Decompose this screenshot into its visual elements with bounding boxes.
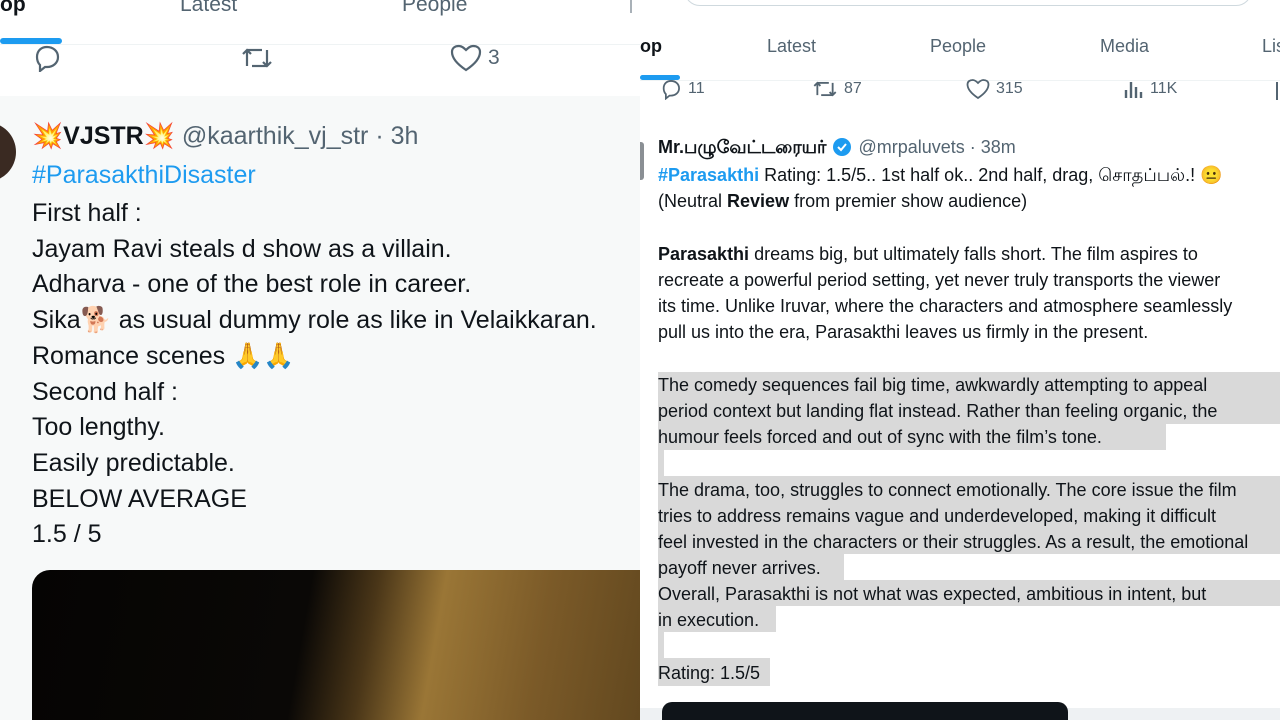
- share-icon[interactable]: [1276, 82, 1280, 100]
- hashtag-link[interactable]: #ParasakthiDisaster: [32, 160, 256, 190]
- view-count: 11K: [1150, 80, 1178, 97]
- tweet-line: tries to address remains vague and under…: [658, 506, 1216, 526]
- tweet-line: payoff never arrives.: [658, 558, 821, 578]
- like-button[interactable]: 315: [966, 78, 1023, 100]
- tweet-line: #Parasakthi Rating: 1.5/5.. 1st half ok.…: [658, 165, 1223, 185]
- tweet-header: 💥VJSTR💥 @kaarthik_vj_str · 3h: [32, 121, 418, 151]
- author-name[interactable]: VJSTR: [63, 122, 144, 150]
- like-count: 3: [488, 46, 500, 69]
- tab-top[interactable]: op: [0, 0, 26, 17]
- analytics-icon: [1124, 82, 1143, 98]
- tab-latest[interactable]: Latest: [180, 0, 237, 17]
- tweet-line: its time. Unlike Iruvar, where the chara…: [658, 296, 1233, 316]
- explosion-emoji-left: 💥: [32, 122, 64, 150]
- tab-latest[interactable]: Latest: [767, 36, 816, 57]
- tab-people[interactable]: People: [930, 36, 986, 57]
- tweet-line: Parasakthi dreams big, but ultimately fa…: [658, 244, 1198, 264]
- selection-highlight: [658, 632, 664, 658]
- tweet-media-image[interactable]: [32, 570, 640, 720]
- tab-lists[interactable]: Lis: [1262, 36, 1280, 57]
- tweet-line: 1.5 / 5: [32, 520, 102, 549]
- tweet-line: Easily predictable.: [32, 448, 235, 477]
- heart-icon: [450, 44, 482, 72]
- tab-cutoff-marker: [630, 0, 640, 13]
- tweet-line: Overall, Parasakthi is not what was expe…: [658, 584, 1207, 604]
- tweet-line: First half :: [32, 199, 142, 227]
- heart-icon: [966, 79, 990, 100]
- media-preview-edge[interactable]: [662, 702, 1068, 720]
- rating-line: Rating: 1.5/5: [658, 663, 761, 683]
- reply-icon: [662, 80, 680, 100]
- tab-media[interactable]: Media: [1100, 36, 1149, 57]
- verified-badge-icon: [833, 138, 852, 156]
- tweet-line: Romance scenes 🙏🙏: [32, 341, 295, 370]
- repost-icon: [242, 48, 272, 68]
- tweet-line: in execution.: [658, 610, 760, 630]
- repost-button[interactable]: [240, 44, 274, 72]
- reply-count: 11: [688, 80, 705, 97]
- reply-icon: [35, 45, 60, 72]
- selection-highlight: [658, 450, 664, 476]
- tweet-line: period context but landing flat instead.…: [658, 401, 1218, 421]
- handle-and-time[interactable]: @kaarthik_vj_str · 3h: [182, 122, 419, 150]
- divider: [0, 44, 640, 45]
- repost-button[interactable]: 87: [812, 78, 862, 100]
- handle-and-time[interactable]: @mrpaluvets · 38m: [858, 134, 1015, 160]
- tweet-line: Sika🐕 as usual dummy role as like in Vel…: [32, 306, 597, 335]
- tweet-line: The drama, too, struggles to connect emo…: [658, 480, 1237, 500]
- tab-people[interactable]: People: [402, 0, 467, 17]
- explosion-emoji-right: 💥: [143, 122, 175, 150]
- reply-button[interactable]: 11: [660, 78, 705, 100]
- repost-icon: [813, 81, 837, 97]
- tweet-line: (Neutral Review from premier show audien…: [658, 191, 1028, 211]
- left-screenshot-panel: op Latest People 3 💥VJSTR💥 @kaarthik_vj_…: [0, 0, 640, 720]
- reply-button[interactable]: [32, 44, 62, 72]
- like-count: 315: [996, 80, 1023, 97]
- avatar[interactable]: [640, 142, 644, 180]
- tweet-line: feel invested in the characters or their…: [658, 532, 1249, 552]
- hashtag-link[interactable]: #Parasakthi: [658, 165, 759, 185]
- repost-count: 87: [844, 80, 862, 97]
- tweet-line: BELOW AVERAGE: [32, 484, 247, 513]
- views-button[interactable]: 11K: [1122, 78, 1177, 100]
- tweet-body: First half : Jayam Ravi steals d show as…: [32, 196, 597, 553]
- tweet-line: Adharva - one of the best role in career…: [32, 270, 472, 299]
- tweet-line: recreate a powerful period setting, yet …: [658, 270, 1221, 290]
- divider: [640, 80, 1280, 81]
- author-name[interactable]: Mr.பழுவேட்டரையர்: [658, 134, 826, 160]
- tweet-line: humour feels forced and out of sync with…: [658, 427, 1102, 447]
- tweet-header: Mr.பழுவேட்டரையர் @mrpaluvets · 38m: [658, 134, 1016, 160]
- search-input[interactable]: [684, 0, 1252, 6]
- like-button[interactable]: 3: [450, 44, 500, 72]
- tweet-line: Too lengthy.: [32, 413, 165, 442]
- tweet-line: Jayam Ravi steals d show as a villain.: [32, 234, 452, 263]
- tab-top[interactable]: op: [640, 36, 662, 57]
- tweet-line: Second half :: [32, 377, 178, 406]
- tweet-line: The comedy sequences fail big time, awkw…: [658, 375, 1208, 395]
- tweet-line: pull us into the era, Parasakthi leaves …: [658, 322, 1149, 342]
